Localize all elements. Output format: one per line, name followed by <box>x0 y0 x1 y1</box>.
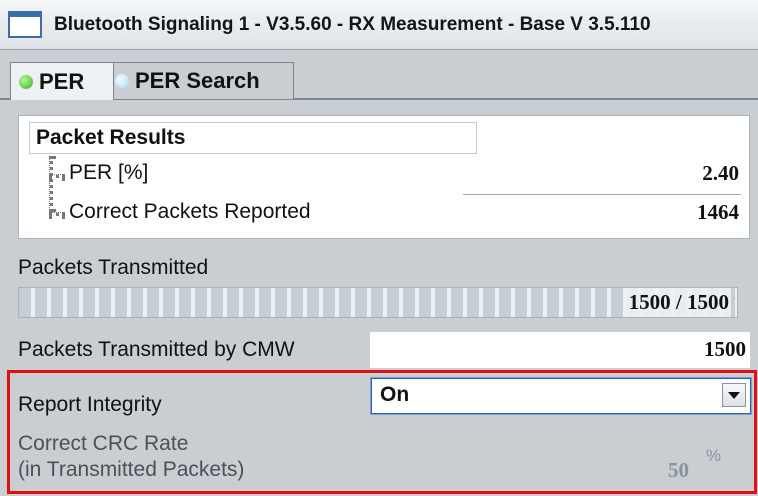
tree-connector <box>49 156 53 212</box>
tab-label: PER <box>39 68 85 94</box>
tab-per-search[interactable]: PER Search <box>104 62 294 100</box>
packets-transmitted-progress: 1500 / 1500 <box>18 287 738 318</box>
window-icon <box>8 11 42 38</box>
report-integrity-value: On <box>380 383 410 406</box>
crc-rate-sublabel: (in Transmitted Packets) <box>18 458 245 481</box>
status-light-icon <box>19 74 33 89</box>
progress-text: 1500 / 1500 <box>626 288 731 317</box>
packets-cmw-value: 1500 <box>704 337 746 361</box>
crc-rate-unit: % <box>706 446 722 465</box>
packets-cmw-label: Packets Transmitted by CMW <box>18 338 295 361</box>
packets-transmitted-label: Packets Transmitted <box>18 256 209 279</box>
tab-per[interactable]: PER <box>10 62 114 100</box>
chevron-down-icon[interactable] <box>722 383 746 407</box>
crc-rate-label: Correct CRC Rate <box>18 432 189 455</box>
tab-strip: PER Search PER <box>0 50 758 100</box>
tree-connector <box>49 174 65 178</box>
window-title: Bluetooth Signaling 1 - V3.5.60 - RX Mea… <box>54 13 651 35</box>
correct-packets-label: Correct Packets Reported <box>69 200 311 223</box>
tree-connector <box>49 212 65 216</box>
per-value: 2.40 <box>702 161 739 185</box>
separator <box>463 194 741 195</box>
packet-results-header: Packet Results <box>29 122 477 154</box>
report-integrity-select[interactable]: On <box>370 377 752 415</box>
packets-cmw-value-box: 1500 <box>370 332 750 368</box>
tab-label: PER Search <box>135 68 260 93</box>
status-light-icon <box>115 74 129 88</box>
crc-rate-value: 50 <box>668 458 689 482</box>
packet-results-panel: Packet Results PER [%] 2.40 Correct Pack… <box>18 115 750 239</box>
per-label: PER [%] <box>69 161 149 184</box>
report-integrity-label: Report Integrity <box>18 393 162 416</box>
correct-packets-value: 1464 <box>697 200 739 224</box>
window-title-bar[interactable]: Bluetooth Signaling 1 - V3.5.60 - RX Mea… <box>0 0 758 50</box>
